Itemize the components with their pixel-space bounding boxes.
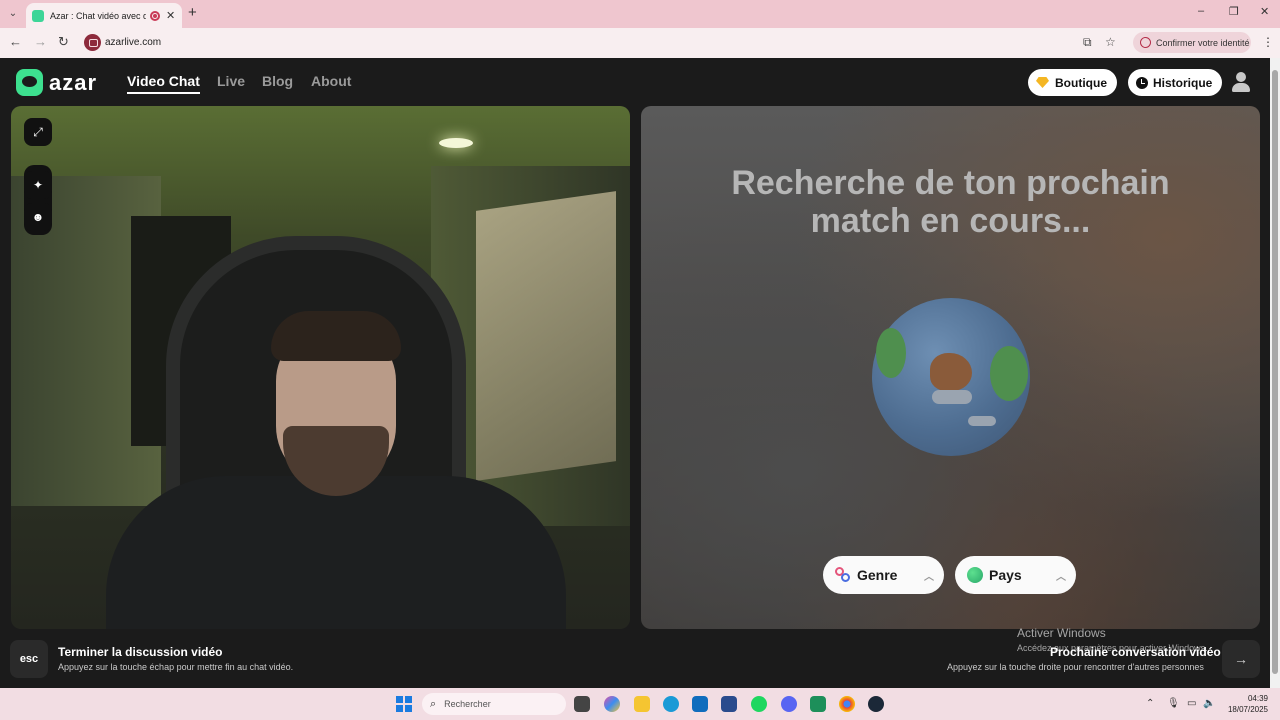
tab-search-menu-icon[interactable]: ⌄: [4, 5, 22, 23]
app-icon[interactable]: [810, 696, 826, 712]
taskbar-time: 04:39: [1247, 694, 1268, 703]
discord-icon[interactable]: [781, 696, 797, 712]
azar-favicon-icon: [32, 9, 44, 22]
history-button[interactable]: Historique: [1128, 69, 1223, 96]
next-chat-title: Prochaine conversation vidéo: [1050, 645, 1221, 659]
more-menu-icon[interactable]: ⋮: [1262, 35, 1274, 49]
match-title-line1: Recherche de ton prochain: [731, 164, 1170, 202]
chevron-up-icon: ︿: [1056, 571, 1066, 583]
file-explorer-icon[interactable]: [574, 696, 590, 712]
close-window-icon[interactable]: ✕: [1260, 5, 1269, 18]
azar-logo-icon: [16, 69, 43, 96]
country-globe-icon: [967, 567, 983, 583]
new-tab-icon[interactable]: +: [188, 4, 197, 21]
record-icon: [150, 10, 160, 21]
volume-icon[interactable]: 🔈: [1203, 698, 1215, 709]
activate-title: Activer Windows: [1017, 626, 1106, 640]
confirm-identity-label: Confirmer votre identité: [1156, 37, 1250, 48]
page-scrollbar[interactable]: [1270, 58, 1280, 688]
arrow-right-icon[interactable]: →: [1222, 640, 1260, 678]
chrome-icon[interactable]: [839, 696, 855, 712]
steam-icon[interactable]: [868, 696, 884, 712]
site-info-icon[interactable]: [84, 34, 101, 51]
face-icon[interactable]: ☻: [24, 203, 52, 231]
gender-filter-label: Genre: [857, 567, 898, 583]
esc-key-button[interactable]: esc: [10, 640, 48, 678]
search-icon: ⌕: [430, 697, 437, 710]
country-filter-label: Pays: [989, 567, 1022, 583]
chevron-up-icon[interactable]: ⌃: [1146, 698, 1154, 709]
end-chat-subtitle: Appuyez sur la touche échap pour mettre …: [58, 662, 294, 672]
sparkle-icon[interactable]: ✦: [24, 171, 52, 199]
match-title-line2: match en cours...: [810, 202, 1091, 240]
browser-tab[interactable]: Azar : Chat vidéo avec de n ✕: [26, 3, 182, 28]
nav-blog[interactable]: Blog: [262, 73, 293, 89]
azar-page: azar Video Chat Live Blog About Boutique…: [0, 58, 1270, 688]
match-title: Recherche de ton prochain match en cours…: [641, 164, 1260, 240]
folder-icon[interactable]: [634, 696, 650, 712]
windows-icon[interactable]: [396, 696, 412, 712]
self-camera-view: [11, 106, 630, 629]
star-icon[interactable]: ☆: [1105, 35, 1116, 49]
azar-logo[interactable]: azar: [16, 69, 97, 96]
shop-button[interactable]: Boutique: [1028, 69, 1117, 96]
back-icon[interactable]: ←: [9, 34, 22, 49]
taskbar-search-placeholder: Rechercher: [444, 699, 491, 709]
end-chat-title: Terminer la discussion vidéo: [58, 645, 223, 659]
globe-icon: [872, 298, 1030, 456]
tab-strip: ⌄ Azar : Chat vidéo avec de n ✕ + – ❐ ✕: [0, 0, 1280, 28]
reload-icon[interactable]: ↻: [58, 34, 69, 50]
outlook-icon[interactable]: [692, 696, 708, 712]
user-icon[interactable]: [1230, 71, 1252, 93]
effects-toolbar: ✦ ☻: [24, 165, 52, 235]
windows-taskbar: ⌕ Rechercher ⌃ 🎙 ▭ 🔈 04:39 18/07/2025: [0, 688, 1280, 720]
address-bar: ← → ↻ azarlive.com ⧉ ☆ Confirmer votre i…: [0, 28, 1280, 58]
scroll-thumb[interactable]: [1272, 70, 1278, 674]
country-filter-button[interactable]: Pays ︿: [955, 556, 1076, 594]
history-label: Historique: [1153, 75, 1213, 90]
store-icon[interactable]: [721, 696, 737, 712]
display-icon[interactable]: ▭: [1187, 698, 1196, 709]
chevron-up-icon: ︿: [924, 571, 934, 583]
gender-filter-button[interactable]: Genre ︿: [823, 556, 944, 594]
taskbar-clock[interactable]: 04:39 18/07/2025: [1222, 693, 1268, 715]
taskbar-date: 18/07/2025: [1227, 705, 1268, 714]
nav-video-chat[interactable]: Video Chat: [127, 73, 200, 94]
expand-icon[interactable]: ⤢: [24, 118, 52, 146]
nav-about[interactable]: About: [311, 73, 351, 89]
edge-icon[interactable]: [663, 696, 679, 712]
microphone-icon[interactable]: 🎙: [1167, 698, 1180, 709]
match-search-panel: Recherche de ton prochain match en cours…: [641, 106, 1260, 629]
next-chat-subtitle: Appuyez sur la touche droite pour rencon…: [947, 662, 1204, 672]
install-icon[interactable]: ⧉: [1083, 35, 1092, 50]
logo-text: azar: [49, 69, 98, 95]
shield-icon: [1140, 37, 1151, 48]
restore-icon[interactable]: ❐: [1229, 5, 1239, 18]
minimize-icon[interactable]: –: [1198, 5, 1204, 17]
copilot-icon[interactable]: [604, 696, 620, 712]
url-field[interactable]: azarlive.com: [105, 37, 161, 48]
spotify-icon[interactable]: [751, 696, 767, 712]
shop-label: Boutique: [1055, 75, 1107, 90]
gem-icon: [1036, 77, 1049, 88]
gender-icon: [835, 567, 851, 583]
nav-live[interactable]: Live: [217, 73, 245, 89]
close-tab-icon[interactable]: ✕: [166, 9, 175, 22]
confirm-identity-button[interactable]: Confirmer votre identité: [1133, 32, 1251, 53]
clock-icon: [1136, 76, 1148, 89]
forward-icon[interactable]: →: [34, 34, 47, 49]
tab-title: Azar : Chat vidéo avec de n: [50, 10, 146, 21]
taskbar-search-input[interactable]: ⌕ Rechercher: [422, 693, 566, 715]
